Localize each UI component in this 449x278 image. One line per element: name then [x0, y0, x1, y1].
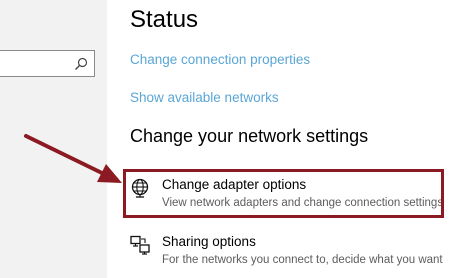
- sharing-icon: [130, 235, 150, 255]
- search-input[interactable]: [0, 50, 95, 77]
- navigation-pane: [0, 0, 107, 278]
- show-available-networks-link[interactable]: Show available networks: [130, 90, 279, 105]
- sharing-options-button[interactable]: Sharing options For the networks you con…: [130, 233, 449, 277]
- section-heading: Change your network settings: [130, 126, 369, 146]
- option-description: View network adapters and change connect…: [162, 197, 444, 209]
- change-connection-properties-link[interactable]: Change connection properties: [130, 52, 310, 67]
- option-title: Sharing options: [162, 234, 256, 249]
- change-adapter-options-button[interactable]: Change adapter options View network adap…: [130, 176, 449, 220]
- search-icon[interactable]: [74, 57, 88, 71]
- settings-window: Status Change connection properties Show…: [0, 0, 449, 278]
- globe-network-icon: [131, 178, 149, 198]
- option-description: For the networks you connect to, decide …: [162, 254, 443, 266]
- main-content: Status Change connection properties Show…: [130, 0, 449, 278]
- page-title: Status: [130, 6, 199, 33]
- option-title: Change adapter options: [162, 177, 307, 192]
